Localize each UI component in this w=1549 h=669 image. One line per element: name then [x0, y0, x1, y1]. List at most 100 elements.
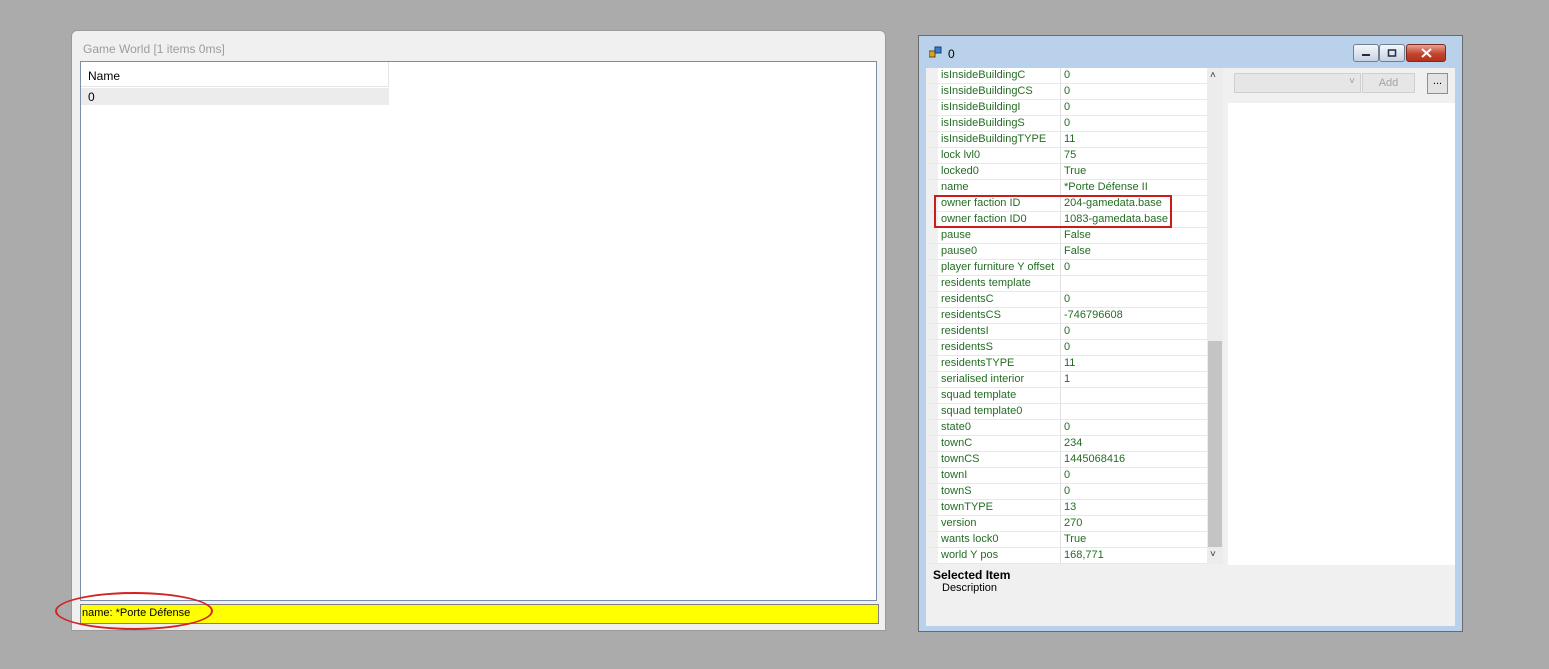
- property-name: townS: [941, 485, 972, 497]
- property-value[interactable]: 204-gamedata.base: [1064, 197, 1214, 211]
- column-separator: [1060, 548, 1061, 563]
- property-row[interactable]: owner faction ID0 1083-gamedata.base: [930, 212, 1215, 228]
- more-button[interactable]: ...: [1427, 73, 1448, 94]
- property-row[interactable]: locked0 True: [930, 164, 1215, 180]
- property-row[interactable]: isInsideBuildingTYPE 11: [930, 132, 1215, 148]
- property-row[interactable]: isInsideBuildingC 0: [930, 68, 1215, 84]
- property-row[interactable]: pause0 False: [930, 244, 1215, 260]
- property-value[interactable]: 0: [1064, 325, 1214, 339]
- property-name: isInsideBuildingC: [941, 69, 1026, 81]
- property-row[interactable]: residentsI 0: [930, 324, 1215, 340]
- property-value[interactable]: -746796608: [1064, 309, 1214, 323]
- property-grid-scrollbar[interactable]: ˄ ˅: [1207, 68, 1223, 564]
- property-row-margin: [930, 420, 938, 435]
- property-value[interactable]: [1064, 405, 1214, 419]
- selected-item-description: Description: [942, 582, 998, 594]
- column-separator: [1060, 228, 1061, 243]
- property-row[interactable]: townCS 1445068416: [930, 452, 1215, 468]
- property-value[interactable]: 1083-gamedata.base: [1064, 213, 1214, 227]
- property-name: pause: [941, 229, 971, 241]
- property-value[interactable]: 1445068416: [1064, 453, 1214, 467]
- property-row[interactable]: world Y pos 168,771: [930, 548, 1215, 564]
- property-value[interactable]: 0: [1064, 293, 1214, 307]
- property-row[interactable]: name *Porte Défense II: [930, 180, 1215, 196]
- property-name: isInsideBuildingCS: [941, 85, 1033, 97]
- title-bar[interactable]: 0: [919, 36, 1462, 68]
- property-name: wants lock0: [941, 533, 999, 545]
- column-separator: [1060, 276, 1061, 291]
- close-button[interactable]: [1406, 44, 1446, 62]
- property-value[interactable]: *Porte Défense II: [1064, 181, 1214, 195]
- property-row[interactable]: squad template0: [930, 404, 1215, 420]
- property-value[interactable]: False: [1064, 245, 1214, 259]
- column-separator: [1060, 324, 1061, 339]
- property-value[interactable]: 270: [1064, 517, 1214, 531]
- type-dropdown[interactable]: ˅: [1234, 73, 1361, 93]
- property-row[interactable]: townI 0: [930, 468, 1215, 484]
- property-row[interactable]: serialised interior 1: [930, 372, 1215, 388]
- property-row[interactable]: wants lock0 True: [930, 532, 1215, 548]
- property-value[interactable]: 75: [1064, 149, 1214, 163]
- property-row[interactable]: version 270: [930, 516, 1215, 532]
- property-value[interactable]: 0: [1064, 485, 1214, 499]
- property-row[interactable]: isInsideBuildingS 0: [930, 116, 1215, 132]
- property-row[interactable]: residentsC 0: [930, 292, 1215, 308]
- column-separator: [1060, 292, 1061, 307]
- property-name: name: [941, 181, 969, 193]
- property-row[interactable]: isInsideBuildingI 0: [930, 100, 1215, 116]
- property-row[interactable]: lock lvl0 75: [930, 148, 1215, 164]
- chevron-up-icon[interactable]: ˄: [1210, 70, 1216, 81]
- property-row[interactable]: residentsTYPE 11: [930, 356, 1215, 372]
- property-row[interactable]: state0 0: [930, 420, 1215, 436]
- property-row[interactable]: squad template: [930, 388, 1215, 404]
- game-world-list[interactable]: Name 0: [80, 61, 877, 601]
- chevron-down-icon[interactable]: ˅: [1210, 549, 1216, 560]
- property-value[interactable]: 0: [1064, 101, 1214, 115]
- property-value[interactable]: 11: [1064, 133, 1214, 147]
- property-value[interactable]: 11: [1064, 357, 1214, 371]
- property-value[interactable]: True: [1064, 165, 1214, 179]
- property-value[interactable]: 234: [1064, 437, 1214, 451]
- property-row-margin: [930, 260, 938, 275]
- column-separator: [1060, 468, 1061, 483]
- property-value[interactable]: True: [1064, 533, 1214, 547]
- property-name: squad template0: [941, 405, 1023, 417]
- property-row[interactable]: townTYPE 13: [930, 500, 1215, 516]
- property-value[interactable]: 0: [1064, 469, 1214, 483]
- property-row[interactable]: residentsS 0: [930, 340, 1215, 356]
- property-value[interactable]: 0: [1064, 117, 1214, 131]
- property-value[interactable]: 0: [1064, 85, 1214, 99]
- property-value[interactable]: [1064, 277, 1214, 291]
- minimize-button[interactable]: [1353, 44, 1379, 62]
- property-row[interactable]: townC 234: [930, 436, 1215, 452]
- property-value[interactable]: 0: [1064, 69, 1214, 83]
- property-value[interactable]: 13: [1064, 501, 1214, 515]
- property-row-margin: [930, 340, 938, 355]
- property-value[interactable]: 0: [1064, 421, 1214, 435]
- property-row[interactable]: player furniture Y offset 0: [930, 260, 1215, 276]
- property-row[interactable]: residents template: [930, 276, 1215, 292]
- property-row[interactable]: residentsCS -746796608: [930, 308, 1215, 324]
- property-value[interactable]: 1: [1064, 373, 1214, 387]
- property-grid[interactable]: isInsideBuildingC 0 isInsideBuildingCS 0 isI…: [930, 68, 1215, 564]
- property-value[interactable]: 0: [1064, 261, 1214, 275]
- property-row-margin: [930, 228, 938, 243]
- property-value[interactable]: False: [1064, 229, 1214, 243]
- property-name: isInsideBuildingTYPE: [941, 133, 1047, 145]
- property-value[interactable]: [1064, 389, 1214, 403]
- property-row[interactable]: isInsideBuildingCS 0: [930, 84, 1215, 100]
- property-value[interactable]: 0: [1064, 341, 1214, 355]
- property-row[interactable]: owner faction ID 204-gamedata.base: [930, 196, 1215, 212]
- property-row[interactable]: townS 0: [930, 484, 1215, 500]
- maximize-button[interactable]: [1379, 44, 1405, 62]
- item-list-panel[interactable]: [1228, 103, 1455, 565]
- property-row-margin: [930, 84, 938, 99]
- property-value[interactable]: 168,771: [1064, 549, 1214, 563]
- property-row[interactable]: pause False: [930, 228, 1215, 244]
- column-header-name[interactable]: Name: [81, 62, 389, 87]
- add-button[interactable]: Add: [1362, 73, 1415, 93]
- list-item[interactable]: 0: [81, 88, 389, 105]
- column-separator: [1060, 372, 1061, 387]
- scrollbar-thumb[interactable]: [1208, 341, 1222, 547]
- property-row-margin: [930, 276, 938, 291]
